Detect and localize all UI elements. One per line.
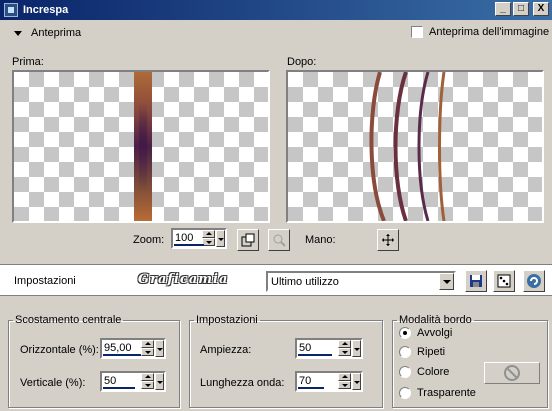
- window-controls: _ □ X: [495, 2, 549, 16]
- wavelength-value: 70: [299, 375, 312, 387]
- before-preview[interactable]: [12, 70, 270, 223]
- radio-transparent[interactable]: Trasparente: [399, 387, 476, 399]
- horizontal-dropdown[interactable]: [155, 340, 164, 357]
- move-icon: [382, 234, 394, 246]
- image-preview-checkbox[interactable]: [411, 26, 423, 38]
- random-button[interactable]: [493, 270, 515, 292]
- title-bar: Increspa _ □ X: [0, 0, 552, 20]
- radio-repeat[interactable]: Ripeti: [399, 346, 445, 358]
- presets-bar: Impostazioni Ultimo utilizzo: [0, 264, 552, 296]
- preset-dropdown-button[interactable]: [439, 273, 454, 290]
- amplitude-stepper[interactable]: [338, 340, 351, 357]
- edge-color-swatch[interactable]: [484, 362, 540, 384]
- radio-transparent-label: Trasparente: [417, 387, 476, 399]
- center-offset-group: Scostamento centrale: [8, 314, 180, 408]
- radio-repeat-button[interactable]: [399, 346, 411, 358]
- radio-wrap[interactable]: Avvolgi: [399, 327, 452, 339]
- zoom-actual-button[interactable]: [268, 229, 290, 251]
- horizontal-value: 95,00: [104, 342, 132, 354]
- watermark-logo: Graficamia: [138, 272, 229, 287]
- before-label: Prima:: [12, 56, 44, 68]
- hand-label: Mano:: [305, 234, 336, 246]
- radio-color[interactable]: Colore: [399, 366, 449, 378]
- presets-label: Impostazioni: [14, 275, 76, 287]
- radio-wrap-button[interactable]: [399, 327, 411, 339]
- preset-select[interactable]: Ultimo utilizzo: [266, 271, 456, 292]
- vertical-label: Verticale (%):: [20, 377, 86, 389]
- app-icon: [4, 3, 18, 17]
- ripple-dialog: Increspa _ □ X Anteprima Anteprima dell'…: [0, 0, 552, 411]
- zoom-dropdown[interactable]: [216, 230, 225, 247]
- vertical-dropdown[interactable]: [155, 373, 164, 390]
- zoom-value: 100: [175, 232, 194, 244]
- minimize-button[interactable]: _: [495, 2, 511, 16]
- refresh-icon: [527, 274, 541, 288]
- before-stripe: [134, 72, 152, 221]
- amplitude-dropdown[interactable]: [352, 340, 361, 357]
- window-title: Increspa: [23, 4, 69, 16]
- wavelength-dropdown[interactable]: [352, 373, 361, 390]
- zoom-fit-icon: [241, 233, 255, 247]
- maximize-button[interactable]: □: [513, 2, 529, 16]
- amplitude-spinner[interactable]: 50: [295, 338, 363, 359]
- amplitude-value: 50: [299, 342, 312, 354]
- radio-wrap-label: Avvolgi: [417, 327, 453, 339]
- zoom-row: Zoom: 100 Mano:: [0, 228, 552, 254]
- settings-title: Impostazioni: [196, 314, 258, 326]
- vertical-stepper[interactable]: [141, 373, 154, 390]
- wavelength-spinner[interactable]: 70: [295, 371, 363, 392]
- wavelength-label: Lunghezza onda:: [200, 377, 285, 389]
- after-preview[interactable]: [286, 70, 544, 223]
- horizontal-label: Orizzontale (%):: [20, 344, 99, 356]
- zoom-label: Zoom:: [133, 234, 165, 246]
- vertical-value: 50: [104, 375, 117, 387]
- image-preview-label: Anteprima dell'immagine: [429, 26, 550, 38]
- preset-value: Ultimo utilizzo: [271, 276, 339, 288]
- image-preview-option[interactable]: Anteprima dell'immagine: [411, 26, 549, 38]
- amplitude-label: Ampiezza:: [200, 344, 252, 356]
- no-color-icon: [504, 365, 520, 381]
- magnifier-icon: [273, 234, 286, 247]
- pan-button[interactable]: [377, 229, 399, 251]
- settings-group: Impostazioni: [189, 314, 383, 408]
- zoom-fit-button[interactable]: [237, 229, 259, 251]
- preview-toggle[interactable]: Anteprima: [14, 27, 81, 39]
- close-button[interactable]: X: [533, 2, 549, 16]
- preview-toggle-label: Anteprima: [31, 27, 82, 39]
- after-waves: [369, 72, 446, 221]
- radio-color-button[interactable]: [399, 366, 411, 378]
- after-label: Dopo:: [287, 56, 317, 68]
- preview-toolbar: Anteprima Anteprima dell'immagine: [0, 21, 552, 47]
- radio-transparent-button[interactable]: [399, 387, 411, 399]
- wavelength-stepper[interactable]: [338, 373, 351, 390]
- save-preset-button[interactable]: [465, 270, 487, 292]
- center-offset-title: Scostamento centrale: [15, 314, 122, 326]
- radio-repeat-label: Ripeti: [417, 346, 446, 358]
- vertical-spinner[interactable]: 50: [100, 371, 166, 392]
- horizontal-spinner[interactable]: 95,00: [100, 338, 166, 359]
- radio-color-label: Colore: [417, 366, 450, 378]
- floppy-icon: [470, 275, 482, 287]
- horizontal-stepper[interactable]: [141, 340, 154, 357]
- dice-icon: [497, 274, 511, 288]
- zoom-spinner[interactable]: 100: [171, 228, 227, 249]
- reset-button[interactable]: [523, 270, 545, 292]
- chevron-down-icon: [14, 30, 22, 36]
- edge-mode-title: Modalità bordo: [399, 314, 472, 326]
